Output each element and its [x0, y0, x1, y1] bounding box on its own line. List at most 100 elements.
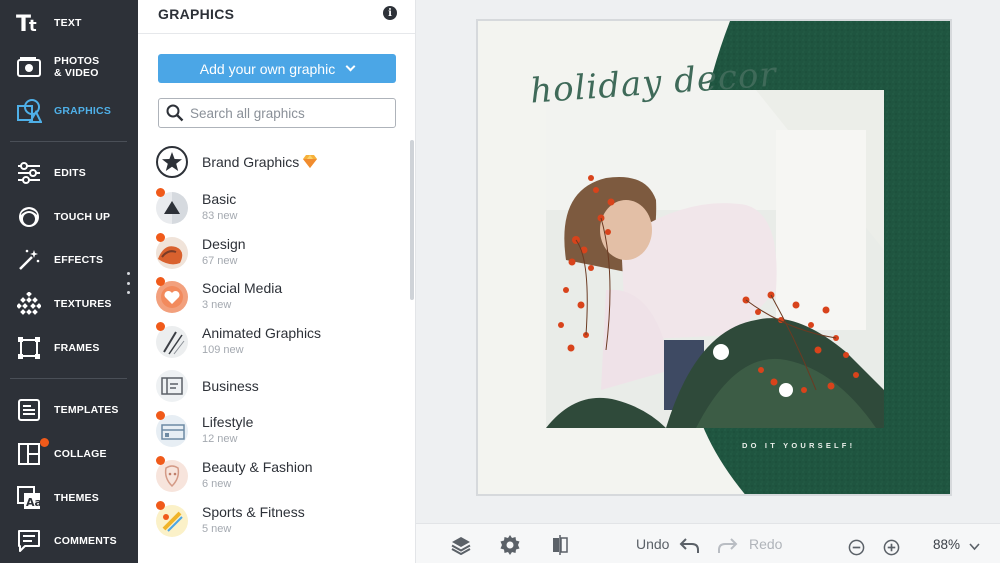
graphics-panel: GRAPHICS i Add your own graphic Brand Gr… — [138, 0, 416, 563]
svg-text:t: t — [29, 16, 37, 35]
nav-edits[interactable]: EDITS — [0, 151, 138, 195]
settings-gear-icon[interactable] — [500, 535, 520, 555]
category-social-media[interactable]: Social Media 3 new — [156, 277, 406, 317]
magic-wand-icon — [16, 247, 42, 273]
nav-comments[interactable]: COMMENTS — [0, 519, 138, 563]
category-count: 67 new — [202, 255, 238, 267]
undo-icon[interactable] — [679, 536, 699, 556]
bottom-toolbar: Undo Redo 88% — [416, 523, 1000, 563]
nav-templates[interactable]: TEMPLATES — [0, 388, 138, 432]
sliders-icon — [16, 160, 42, 186]
category-name: Beauty & Fashion — [202, 459, 313, 475]
text-icon: Tt — [16, 10, 42, 36]
layers-icon[interactable] — [451, 535, 471, 555]
redo-label[interactable]: Redo — [749, 536, 782, 552]
chevron-down-icon — [345, 61, 356, 72]
texture-icon — [16, 291, 42, 317]
category-name: Lifestyle — [202, 414, 254, 430]
business-icon — [156, 370, 188, 402]
collage-notification-dot — [40, 438, 49, 447]
category-beauty-fashion[interactable]: Beauty & Fashion 6 new — [156, 456, 406, 496]
gem-icon — [303, 155, 317, 168]
panel-divider — [138, 33, 415, 34]
category-business[interactable]: Business — [156, 366, 406, 406]
info-icon[interactable]: i — [383, 6, 397, 20]
nav-label-frames: FRAMES — [54, 342, 100, 354]
panel-title: GRAPHICS — [158, 6, 235, 22]
category-brand-graphics[interactable]: Brand Graphics — [156, 142, 406, 182]
frame-icon — [16, 335, 42, 361]
nav-label-edits: EDITS — [54, 167, 86, 179]
nav-photos[interactable]: PHOTOS & VIDEO — [0, 45, 138, 89]
nav-label-textures: TEXTURES — [54, 298, 112, 310]
category-design[interactable]: Design 67 new — [156, 233, 406, 273]
category-basic[interactable]: Basic 83 new — [156, 188, 406, 228]
face-icon — [16, 204, 42, 230]
nav-label-graphics: GRAPHICS — [54, 105, 112, 117]
undo-label[interactable]: Undo — [636, 536, 669, 552]
search-input[interactable] — [190, 105, 380, 121]
zoom-in-icon[interactable] — [883, 539, 900, 556]
themes-icon: Aa — [16, 485, 42, 511]
category-lifestyle[interactable]: Lifestyle 12 new — [156, 411, 406, 451]
flip-icon[interactable] — [550, 535, 570, 555]
category-name: Animated Graphics — [202, 325, 322, 341]
nav-label-text: TEXT — [54, 17, 82, 29]
category-name: Business — [202, 378, 259, 394]
new-dot — [156, 411, 165, 420]
chevron-down-icon[interactable] — [969, 543, 980, 551]
tagline-text[interactable]: DO IT YOURSELF! — [742, 441, 855, 450]
panel-resize-handle[interactable] — [125, 272, 131, 294]
new-dot — [156, 501, 165, 510]
nav-label-comments: COMMENTS — [54, 535, 117, 547]
panel-scrollbar[interactable] — [410, 140, 414, 300]
nav-graphics[interactable]: GRAPHICS — [0, 89, 138, 133]
nav-divider — [10, 141, 127, 142]
graphics-icon — [16, 98, 42, 124]
nav-divider — [10, 378, 127, 379]
category-name: Basic — [202, 191, 237, 207]
nav-themes[interactable]: Aa THEMES — [0, 476, 138, 520]
collage-icon — [16, 441, 42, 467]
new-dot — [156, 456, 165, 465]
photo-icon — [16, 54, 42, 80]
new-dot — [156, 188, 165, 197]
nav-collage[interactable]: COLLAGE — [0, 432, 138, 476]
left-nav: Tt TEXT PHOTOS & VIDEO GRAPHICS EDITS TO… — [0, 0, 138, 563]
template-icon — [16, 397, 42, 423]
nav-textures[interactable]: TEXTURES — [0, 282, 138, 326]
nav-label-touchup: TOUCH UP — [54, 211, 111, 223]
add-own-graphic-label: Add your own graphic — [199, 60, 336, 77]
nav-label-collage: COLLAGE — [54, 448, 107, 460]
category-animated-graphics[interactable]: Animated Graphics 109 new — [156, 322, 406, 362]
nav-frames[interactable]: FRAMES — [0, 326, 138, 370]
nav-label-photos: PHOTOS & VIDEO — [54, 55, 100, 79]
zoom-level[interactable]: 88% — [933, 537, 960, 552]
new-dot — [156, 277, 165, 286]
category-count: 3 new — [202, 299, 232, 311]
zoom-out-icon[interactable] — [848, 539, 865, 556]
category-name: Brand Graphics — [202, 154, 300, 170]
comment-icon — [16, 528, 42, 554]
svg-text:Aa: Aa — [26, 496, 41, 509]
category-count: 6 new — [202, 478, 232, 490]
category-name: Design — [202, 236, 246, 252]
nav-effects[interactable]: EFFECTS — [0, 238, 138, 282]
nav-touchup[interactable]: TOUCH UP — [0, 195, 138, 239]
nav-text[interactable]: Tt TEXT — [0, 1, 138, 45]
category-name: Social Media — [202, 280, 283, 296]
star-icon — [156, 146, 188, 178]
category-count: 83 new — [202, 210, 238, 222]
category-name: Sports & Fitness — [202, 504, 305, 520]
design-artboard[interactable]: holiday decor DO IT YOURSELF! — [476, 19, 952, 496]
redo-icon[interactable] — [718, 536, 738, 556]
category-count: 12 new — [202, 433, 238, 445]
search-box — [158, 98, 396, 128]
category-sports-fitness[interactable]: Sports & Fitness 5 new — [156, 501, 406, 541]
new-dot — [156, 233, 165, 242]
nav-label-themes: THEMES — [54, 492, 99, 504]
category-count: 109 new — [202, 344, 244, 356]
search-icon — [166, 104, 184, 122]
new-dot — [156, 322, 165, 331]
add-own-graphic-button[interactable]: Add your own graphic — [158, 54, 396, 83]
